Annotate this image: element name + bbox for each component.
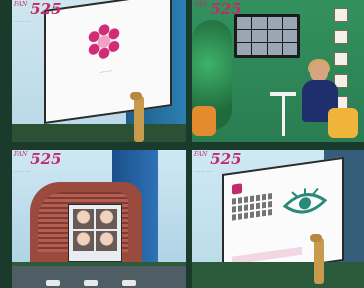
logo: FAN 525 ········ ······ [14,150,62,175]
car [46,280,60,286]
panel-bottom-left: FAN 525 ········ ······ [12,150,186,288]
car [84,280,98,286]
panel-bottom-right: FAN 525 ········ ······ [192,150,364,288]
yellow-chair [328,108,358,138]
giraffe-statue [310,234,324,284]
street [12,266,186,288]
logo-tagline: ········ ······ [14,169,34,174]
logo: FAN 525 ········ ······ [14,0,62,25]
logo: FAN 525 ········ ······ [194,150,242,175]
car [122,280,136,286]
screen-caption: ········ [99,68,113,77]
trees [192,262,364,288]
eye-icon [282,187,328,214]
panel-top-left: ········ FAN 525 ········ ······ [12,0,186,142]
flower-icon [88,24,120,59]
video-call-screen [234,14,300,58]
trees [12,124,186,142]
logo: FAN 525 ········ ······ [194,0,242,25]
billboard-poster [68,204,122,262]
photo-collage: ········ FAN 525 ········ ······ FAN 525… [0,0,364,288]
badge [232,183,242,195]
side-table [270,92,296,136]
giraffe-statue [130,92,144,142]
screen-text-block [232,192,274,223]
billboard-screen: ········ [44,0,172,125]
logo-tagline: ········ ······ [194,19,214,24]
orange-chair [192,106,216,136]
logo-tagline: ········ ······ [194,169,214,174]
logo-tagline: ········ ······ [14,19,34,24]
panel-top-right: FAN 525 ········ ······ [192,0,364,142]
billboard-screen [222,156,344,278]
